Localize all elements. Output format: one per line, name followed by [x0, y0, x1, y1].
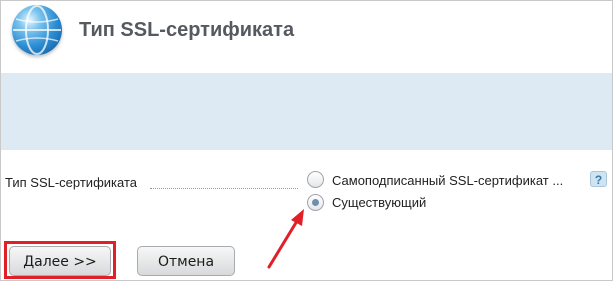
help-icon[interactable]: ? — [590, 171, 607, 187]
radio-self-signed[interactable] — [307, 171, 324, 188]
next-button-highlight — [4, 241, 116, 279]
globe-icon — [12, 5, 62, 55]
ssl-type-label: Тип SSL-сертификата — [5, 175, 137, 190]
option-existing-label[interactable]: Существующий — [332, 195, 426, 210]
ssl-type-dialog: Тип SSL-сертификата Тип SSL-сертификата … — [0, 0, 613, 281]
radio-existing[interactable] — [307, 194, 324, 211]
radio-selected-dot — [312, 199, 319, 206]
cancel-button[interactable]: Отмена — [137, 246, 235, 276]
dialog-header: Тип SSL-сертификата — [1, 1, 612, 71]
page-title: Тип SSL-сертификата — [79, 19, 295, 41]
label-leader-dots — [150, 188, 298, 189]
info-banner — [1, 73, 612, 150]
option-self-signed-label[interactable]: Самоподписанный SSL-сертификат ... — [332, 173, 563, 188]
